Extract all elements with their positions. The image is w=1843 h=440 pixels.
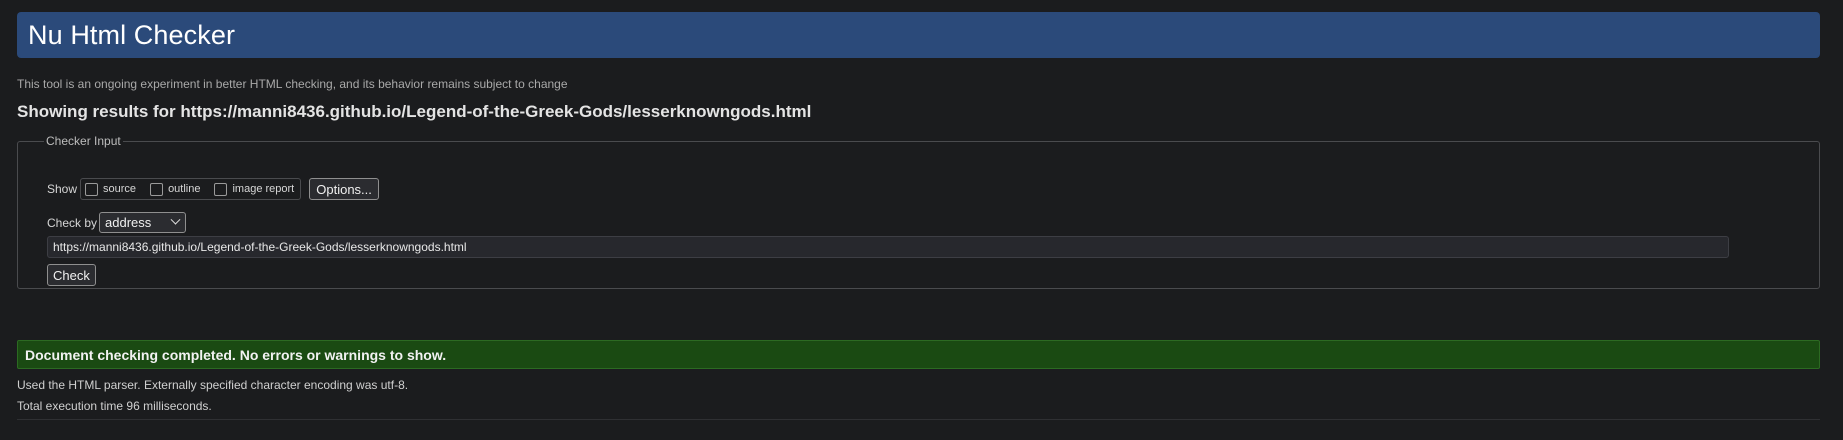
page: Nu Html Checker This tool is an ongoing … [0,0,1843,440]
tagline: This tool is an ongoing experiment in be… [17,77,568,91]
check-by-label: Check by [47,215,98,230]
address-input[interactable]: https://manni8436.github.io/Legend-of-th… [47,236,1729,258]
show-label: Show [47,182,78,196]
check-by-value: address [105,215,152,230]
checker-input-fieldset: Checker Input Show source outline image … [17,134,1820,289]
image-report-checkbox-label: image report [232,183,295,195]
page-title: Nu Html Checker [28,19,236,50]
chevron-down-icon [170,214,181,225]
show-image-report-option[interactable]: image report [214,182,295,196]
results-url: https://manni8436.github.io/Legend-of-th… [180,102,812,121]
execution-time: Total execution time 96 milliseconds. [17,399,212,413]
results-prefix: Showing results for [17,102,181,121]
show-options-group: source outline image report [80,178,302,200]
check-by-select[interactable]: address [99,212,187,233]
divider [17,419,1820,420]
show-source-option[interactable]: source [85,182,137,196]
success-message: Document checking completed. No errors o… [17,340,1820,369]
options-button[interactable]: Options... [309,178,379,200]
parser-info: Used the HTML parser. Externally specifi… [17,378,409,392]
check-button[interactable]: Check [47,264,96,286]
outline-checkbox-label: outline [168,183,201,195]
results-heading: Showing results for https://manni8436.gi… [17,102,811,122]
show-outline-option[interactable]: outline [150,182,201,196]
outline-checkbox[interactable] [150,182,164,196]
source-checkbox[interactable] [85,182,99,196]
show-options-row: Show source outline image report Options… [47,178,379,200]
image-report-checkbox[interactable] [214,182,228,196]
source-checkbox-label: source [103,183,137,195]
checker-input-legend: Checker Input [46,134,121,148]
header-bar: Nu Html Checker [17,12,1820,58]
check-by-row: Check by address [47,212,187,233]
